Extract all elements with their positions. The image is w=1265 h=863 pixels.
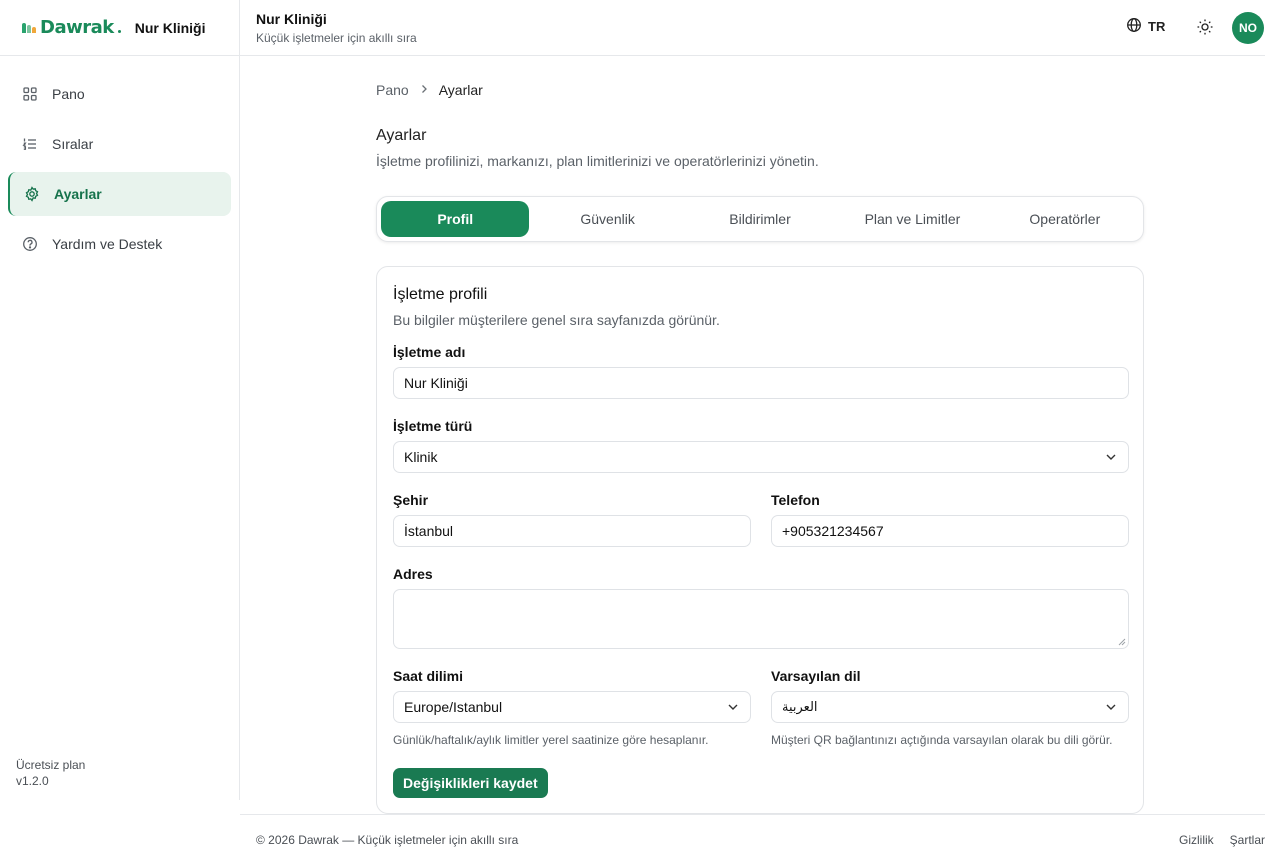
card-description: Bu bilgiler müşterilere genel sıra sayfa…: [393, 312, 720, 328]
footer-copyright: © 2026 Dawrak — Küçük işletmeler için ak…: [256, 833, 519, 847]
plan-info: Ücretsiz plan v1.2.0: [16, 757, 85, 789]
sidebar-item-label: Sıralar: [52, 136, 94, 152]
tab-operatorler[interactable]: Operatörler: [991, 201, 1139, 237]
grid-icon: [22, 86, 38, 102]
brand: Dawrak Nur Kliniği: [0, 0, 239, 56]
default-language-label: Varsayılan dil: [771, 668, 861, 684]
theme-toggle-button[interactable]: [1196, 18, 1214, 36]
default-language-value: العربية: [782, 699, 818, 715]
address-label: Adres: [393, 566, 433, 582]
sidebar-item-label: Yardım ve Destek: [52, 236, 163, 252]
business-type-select[interactable]: Klinik: [393, 441, 1129, 473]
tab-guvenlik[interactable]: Güvenlik: [533, 201, 681, 237]
sidebar-item-label: Pano: [52, 86, 85, 102]
list-ordered-icon: [22, 136, 38, 152]
chevron-down-icon: [1104, 450, 1118, 464]
logo-dot: [117, 30, 121, 33]
gear-icon: [24, 186, 40, 202]
topbar-title: Nur Kliniği: [256, 11, 327, 27]
page-description: İşletme profilinizi, markanızı, plan lim…: [376, 153, 819, 169]
sun-icon: [1196, 19, 1214, 39]
chevron-down-icon: [726, 700, 740, 714]
business-profile-card: İşletme profili Bu bilgiler müşterilere …: [376, 266, 1144, 814]
logo[interactable]: Dawrak: [22, 17, 121, 38]
timezone-select[interactable]: Europe/Istanbul: [393, 691, 751, 723]
phone-label: Telefon: [771, 492, 820, 508]
avatar[interactable]: NO: [1232, 12, 1264, 44]
sidebar-item-siralar[interactable]: Sıralar: [8, 122, 231, 166]
breadcrumb-parent[interactable]: Pano: [376, 82, 409, 98]
business-type-label: İşletme türü: [393, 418, 473, 434]
phone-input[interactable]: +905321234567: [771, 515, 1129, 547]
page-title: Ayarlar: [376, 127, 427, 144]
sidebar-item-yardim[interactable]: Yardım ve Destek: [8, 222, 231, 266]
topbar-subtitle: Küçük işletmeler için akıllı sıra: [256, 31, 417, 45]
timezone-label: Saat dilimi: [393, 668, 464, 684]
business-type-value: Klinik: [404, 449, 438, 465]
sidebar: Dawrak Nur Kliniği Pano Sıralar Ayarlar: [0, 0, 240, 800]
sidebar-item-ayarlar[interactable]: Ayarlar: [8, 172, 231, 216]
breadcrumb-current: Ayarlar: [438, 82, 483, 98]
tab-profil[interactable]: Profil: [381, 201, 530, 237]
default-language-hint: Müşteri QR bağlantınızı açtığında varsay…: [771, 733, 1113, 747]
sidebar-item-pano[interactable]: Pano: [8, 72, 231, 116]
city-input[interactable]: İstanbul: [393, 515, 751, 547]
timezone-value: Europe/Istanbul: [404, 699, 503, 715]
timezone-hint: Günlük/haftalık/aylık limitler yerel saa…: [393, 733, 709, 747]
help-circle-icon: [22, 236, 38, 252]
chevron-right-icon: [419, 83, 429, 97]
footer-link-terms[interactable]: Şartlar: [1230, 833, 1265, 847]
breadcrumb: Pano Ayarlar: [376, 82, 483, 98]
logo-text: Dawrak: [40, 17, 114, 38]
tab-plan-ve-limitler[interactable]: Plan ve Limitler: [838, 201, 986, 237]
logo-people-icon: [22, 22, 36, 33]
chevron-down-icon: [1104, 700, 1118, 714]
business-name-input[interactable]: Nur Kliniği: [393, 367, 1129, 399]
address-textarea[interactable]: [393, 589, 1129, 649]
footer-link-privacy[interactable]: Gizlilik: [1179, 833, 1214, 847]
resize-handle-icon[interactable]: [1118, 638, 1126, 646]
sidebar-item-label: Ayarlar: [54, 186, 102, 202]
globe-icon: [1126, 17, 1142, 36]
language-code: TR: [1148, 19, 1166, 34]
org-name: Nur Kliniği: [134, 19, 206, 36]
card-title: İşletme profili: [393, 286, 488, 303]
footer: © 2026 Dawrak — Küçük işletmeler için ak…: [240, 814, 1265, 863]
footer-links: Gizlilik Şartlar: [1179, 833, 1265, 847]
business-name-label: İşletme adı: [393, 344, 466, 360]
save-changes-button[interactable]: Değişiklikleri kaydet: [393, 768, 548, 798]
tab-bildirimler[interactable]: Bildirimler: [686, 201, 834, 237]
plan-name: Ücretsiz plan: [16, 758, 86, 772]
language-button[interactable]: TR: [1126, 17, 1165, 36]
city-label: Şehir: [393, 492, 429, 508]
sidebar-nav: Pano Sıralar Ayarlar Yardım ve Destek: [0, 56, 239, 288]
app-version: v1.2.0: [16, 774, 49, 788]
default-language-select[interactable]: العربية: [771, 691, 1129, 723]
settings-tabs: Profil Güvenlik Bildirimler Plan ve Limi…: [376, 196, 1144, 242]
main-content: Pano Ayarlar Ayarlar İşletme profilinizi…: [240, 57, 1265, 814]
topbar: Nur Kliniği Küçük işletmeler için akıllı…: [240, 0, 1265, 56]
